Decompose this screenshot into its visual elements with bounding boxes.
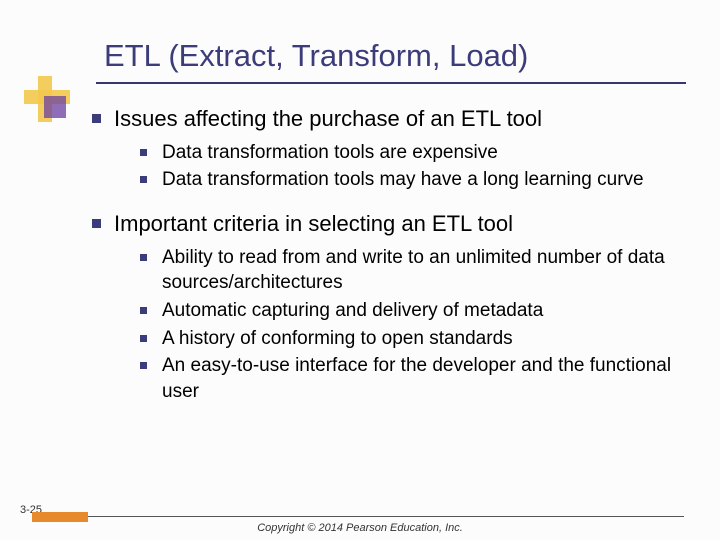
title-underline xyxy=(96,82,686,84)
bullet-list: Ability to read from and write to an unl… xyxy=(140,245,692,405)
footer-bar xyxy=(0,506,720,522)
section-issues: Issues affecting the purchase of an ETL … xyxy=(92,104,692,193)
list-item: Automatic capturing and delivery of meta… xyxy=(140,298,692,324)
bullet-list: Data transformation tools are expensive … xyxy=(140,140,692,193)
corner-decoration xyxy=(24,76,70,122)
list-item: Data transformation tools are expensive xyxy=(140,140,692,166)
list-item: Data transformation tools may have a lon… xyxy=(140,167,692,193)
copyright-text: Copyright © 2014 Pearson Education, Inc. xyxy=(0,522,720,534)
footer-rule xyxy=(88,516,684,517)
slide-title: ETL (Extract, Transform, Load) xyxy=(104,38,528,74)
footer-accent xyxy=(32,512,88,522)
section-heading: Important criteria in selecting an ETL t… xyxy=(92,209,692,239)
slide-body: Issues affecting the purchase of an ETL … xyxy=(92,104,692,421)
section-criteria: Important criteria in selecting an ETL t… xyxy=(92,209,692,405)
list-item: An easy-to-use interface for the develop… xyxy=(140,353,692,404)
list-item: A history of conforming to open standard… xyxy=(140,326,692,352)
section-heading: Issues affecting the purchase of an ETL … xyxy=(92,104,692,134)
list-item: Ability to read from and write to an unl… xyxy=(140,245,692,296)
